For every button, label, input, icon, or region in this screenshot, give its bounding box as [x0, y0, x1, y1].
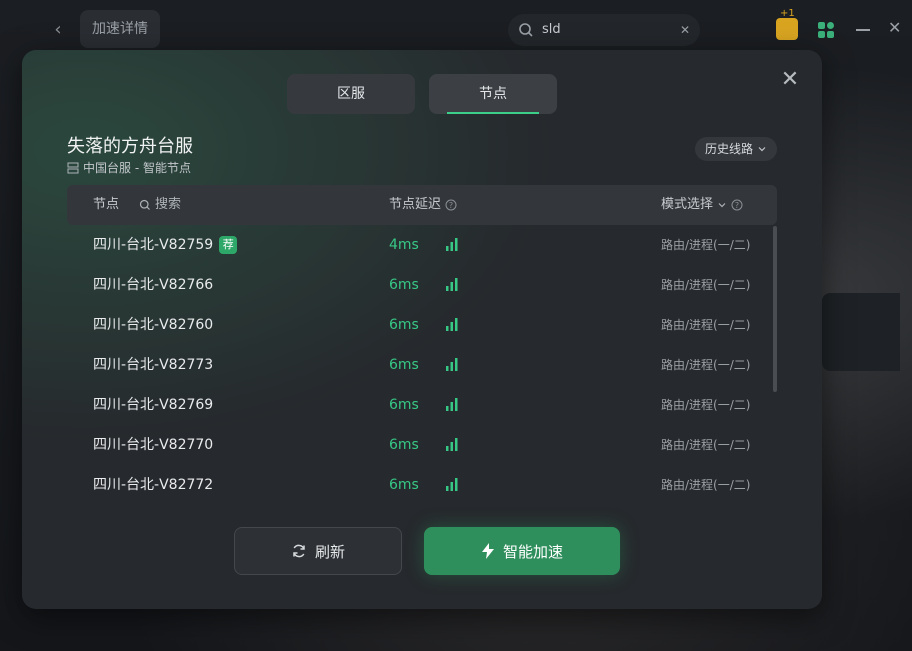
node-name: 四川-台北-V82759 [93, 237, 214, 253]
tab-node-label: 节点 [479, 86, 507, 102]
node-name-cell: 四川-台北-V82760 [93, 305, 213, 345]
signal-strength-icon [446, 278, 458, 291]
mode-value: 路由/进程(一/二) [661, 318, 751, 332]
table-row[interactable]: 四川-台北-V82773 6ms 路由/进程(一/二) [67, 345, 777, 385]
node-name: 四川-台北-V82770 [93, 437, 214, 453]
column-node: 节点 [93, 197, 120, 212]
tab-bar: 区服 节点 [287, 74, 557, 114]
search-value: sld [542, 22, 561, 37]
search-icon [139, 199, 150, 210]
minimize-icon[interactable] [856, 29, 870, 31]
gift-icon[interactable] [776, 18, 798, 40]
node-search-input[interactable]: 搜索 [139, 185, 181, 225]
node-search-placeholder: 搜索 [155, 197, 182, 212]
refresh-icon [293, 544, 305, 558]
latency-value: 6ms [389, 317, 419, 333]
column-latency: 节点延迟 ? [389, 185, 457, 225]
history-routes-label: 历史线路 [705, 142, 754, 156]
latency-value: 6ms [389, 357, 419, 373]
refresh-label: 刷新 [314, 542, 345, 561]
node-name-cell: 四川-台北-V82766 [93, 265, 213, 305]
help-icon[interactable]: ? [731, 199, 743, 211]
svg-text:?: ? [735, 201, 739, 210]
signal-strength-icon [446, 478, 458, 491]
table-row[interactable]: 四川-台北-V82772 6ms 路由/进程(一/二) [67, 465, 777, 505]
mode-value: 路由/进程(一/二) [661, 438, 751, 452]
mode-value: 路由/进程(一/二) [661, 278, 751, 292]
back-button[interactable]: ‹ [48, 20, 68, 40]
node-name-cell: 四川-台北-V82770 [93, 425, 213, 465]
node-name: 四川-台北-V82769 [93, 397, 214, 413]
node-list: 四川-台北-V82759 荐 4ms 路由/进程(一/二) 四川-台北-V827… [67, 225, 777, 505]
node-name: 四川-台北-V82773 [93, 357, 214, 373]
table-row[interactable]: 四川-台北-V82760 6ms 路由/进程(一/二) [67, 305, 777, 345]
latency-value: 6ms [389, 397, 419, 413]
search-input[interactable]: sld ✕ [508, 14, 700, 46]
mode-value: 路由/进程(一/二) [661, 238, 751, 252]
server-icon [67, 162, 79, 173]
smart-accelerate-button[interactable]: 智能加速 [424, 527, 620, 575]
mode-value: 路由/进程(一/二) [661, 358, 751, 372]
server-subtitle-text: 中国台服 - 智能节点 [83, 161, 191, 175]
mode-select-dropdown[interactable]: 模式选择 ? [661, 185, 743, 225]
mode-value: 路由/进程(一/二) [661, 398, 751, 412]
history-routes-dropdown[interactable]: 历史线路 [695, 137, 778, 161]
list-scrollbar[interactable] [773, 226, 777, 392]
table-row[interactable]: 四川-台北-V82766 6ms 路由/进程(一/二) [67, 265, 777, 305]
latency-value: 6ms [389, 437, 419, 453]
lightning-icon [481, 543, 494, 559]
clear-icon[interactable]: ✕ [680, 14, 690, 46]
node-name: 四川-台北-V82760 [93, 317, 214, 333]
help-icon[interactable]: ? [445, 199, 457, 211]
active-tab-indicator [447, 112, 539, 114]
tab-region-label: 区服 [337, 86, 365, 102]
chevron-down-icon [718, 203, 726, 208]
search-icon [519, 23, 533, 37]
table-row[interactable]: 四川-台北-V82770 6ms 路由/进程(一/二) [67, 425, 777, 465]
column-latency-label: 节点延迟 [389, 197, 442, 212]
refresh-button[interactable]: 刷新 [234, 527, 402, 575]
tab-region[interactable]: 区服 [287, 74, 415, 114]
node-name-cell: 四川-台北-V82759 荐 [93, 225, 238, 265]
node-name-cell: 四川-台北-V82772 [93, 465, 213, 505]
signal-strength-icon [446, 238, 458, 251]
node-name-cell: 四川-台北-V82773 [93, 345, 213, 385]
page-title: 加速详情 [80, 10, 160, 48]
signal-strength-icon [446, 438, 458, 451]
node-name: 四川-台北-V82772 [93, 477, 214, 493]
signal-strength-icon [446, 318, 458, 331]
recommended-badge: 荐 [219, 236, 238, 254]
apps-grid-icon[interactable] [818, 22, 834, 38]
node-selection-dialog: ✕ 区服 节点 失落的方舟台服 中国台服 - 智能节点 历史线路 节点 搜索 节… [22, 50, 822, 609]
signal-strength-icon [446, 358, 458, 371]
close-icon[interactable]: ✕ [778, 68, 802, 92]
node-name: 四川-台北-V82766 [93, 277, 214, 293]
server-subtitle: 中国台服 - 智能节点 [67, 159, 191, 176]
svg-text:?: ? [449, 201, 453, 210]
background-card [822, 293, 900, 371]
window-close-icon[interactable]: ✕ [888, 18, 901, 37]
chevron-down-icon [758, 147, 766, 152]
mode-value: 路由/进程(一/二) [661, 478, 751, 492]
latency-value: 4ms [389, 237, 419, 253]
node-name-cell: 四川-台北-V82769 [93, 385, 213, 425]
latency-value: 6ms [389, 277, 419, 293]
latency-value: 6ms [389, 477, 419, 493]
signal-strength-icon [446, 398, 458, 411]
tab-node[interactable]: 节点 [429, 74, 557, 114]
table-header: 节点 搜索 节点延迟 ? 模式选择 ? [67, 185, 777, 225]
game-title: 失落的方舟台服 [67, 136, 193, 157]
table-row[interactable]: 四川-台北-V82759 荐 4ms 路由/进程(一/二) [67, 225, 777, 265]
table-row[interactable]: 四川-台北-V82769 6ms 路由/进程(一/二) [67, 385, 777, 425]
smart-accelerate-label: 智能加速 [502, 542, 563, 561]
column-mode-label: 模式选择 [661, 197, 714, 212]
